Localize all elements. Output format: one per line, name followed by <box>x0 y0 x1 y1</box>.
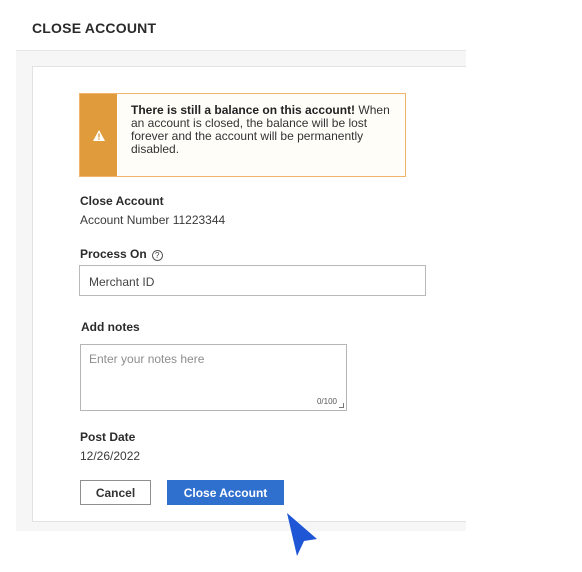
warning-icon <box>92 129 105 141</box>
warning-message: There is still a balance on this account… <box>117 94 402 176</box>
warning-strip <box>80 94 117 176</box>
warning-text-4: disabled. <box>131 142 180 156</box>
notes-box: 0/100 <box>80 344 347 411</box>
warning-text-1: When <box>355 103 390 117</box>
page-title: CLOSE ACCOUNT <box>32 20 157 36</box>
process-on-label: Process On? <box>80 247 163 261</box>
process-on-select[interactable]: Merchant ID <box>79 265 426 296</box>
cancel-button[interactable]: Cancel <box>80 480 151 505</box>
balance-warning-banner: There is still a balance on this account… <box>79 93 406 177</box>
mouse-cursor-icon <box>287 513 317 556</box>
warning-strong-text: There is still a balance on this account… <box>131 103 356 117</box>
notes-character-counter: 0/100 <box>316 397 337 406</box>
post-date-label: Post Date <box>80 430 136 444</box>
help-icon[interactable]: ? <box>151 250 163 261</box>
close-account-label: Close Account <box>80 194 164 208</box>
account-number: Account Number 11223344 <box>80 213 226 227</box>
add-notes-label: Add notes <box>81 320 140 334</box>
post-date-value: 12/26/2022 <box>80 449 141 463</box>
resize-grip-icon[interactable] <box>339 403 344 408</box>
close-account-button[interactable]: Close Account <box>167 480 284 505</box>
process-on-label-text: Process On <box>80 247 147 261</box>
notes-textarea[interactable] <box>81 345 346 410</box>
